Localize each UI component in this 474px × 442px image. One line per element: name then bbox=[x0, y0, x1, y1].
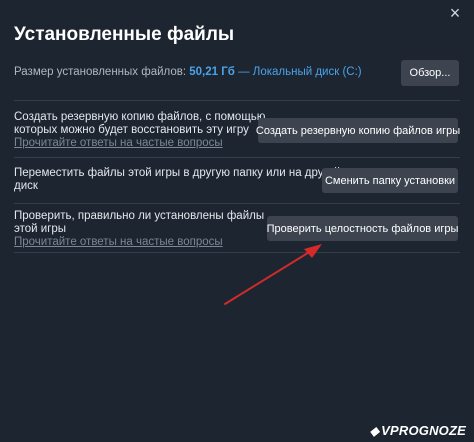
move-text-line1: Переместить файлы этой игры в другую пап… bbox=[14, 167, 341, 179]
backup-description: Создать резервную копию файлов, с помощь… bbox=[14, 111, 265, 150]
installed-files-dialog: × Установленные файлы Размер установленн… bbox=[0, 0, 474, 442]
disk-name: Локальный диск (C:) bbox=[252, 66, 362, 78]
arrow-shaft bbox=[224, 250, 312, 305]
watermark-text: VPROGNOZE bbox=[381, 423, 466, 438]
verify-integrity-button[interactable]: Проверить целостность файлов игры bbox=[267, 216, 458, 241]
verify-description: Проверить, правильно ли установлены файл… bbox=[14, 210, 264, 249]
backup-text-line1: Создать резервную копию файлов, с помощь… bbox=[14, 111, 266, 123]
verify-faq-link[interactable]: Прочитайте ответы на частые вопросы bbox=[14, 236, 264, 249]
divider bbox=[14, 252, 460, 253]
divider bbox=[14, 100, 460, 101]
size-separator: — bbox=[238, 66, 250, 78]
divider bbox=[14, 157, 460, 158]
browse-button[interactable]: Обзор... bbox=[401, 60, 459, 86]
backup-text-line2: которых можно будет восстановить эту игр… bbox=[14, 124, 249, 136]
divider bbox=[14, 203, 460, 204]
backup-faq-link[interactable]: Прочитайте ответы на частые вопросы bbox=[14, 137, 265, 150]
verify-text-line1: Проверить, правильно ли установлены файл… bbox=[14, 210, 265, 222]
create-backup-button[interactable]: Создать резервную копию файлов игры bbox=[256, 118, 460, 143]
shield-check-icon: ◆ bbox=[369, 423, 380, 438]
change-install-folder-button[interactable]: Сменить папку установки bbox=[322, 168, 458, 193]
dialog-title: Установленные файлы bbox=[14, 24, 235, 45]
verify-text-line2: этой игры bbox=[14, 223, 67, 235]
move-text-line2: диск bbox=[14, 180, 38, 192]
watermark: ◆ VPROGNOZE bbox=[370, 423, 466, 438]
move-description: Переместить файлы этой игры в другую пап… bbox=[14, 167, 340, 193]
installed-size-info: Размер установленных файлов: 50,21 Гб — … bbox=[14, 66, 362, 78]
installed-size-value: 50,21 Гб bbox=[189, 66, 235, 78]
close-icon[interactable]: × bbox=[446, 4, 464, 22]
arrow-head bbox=[304, 244, 322, 258]
installed-size-label: Размер установленных файлов: bbox=[14, 66, 187, 78]
